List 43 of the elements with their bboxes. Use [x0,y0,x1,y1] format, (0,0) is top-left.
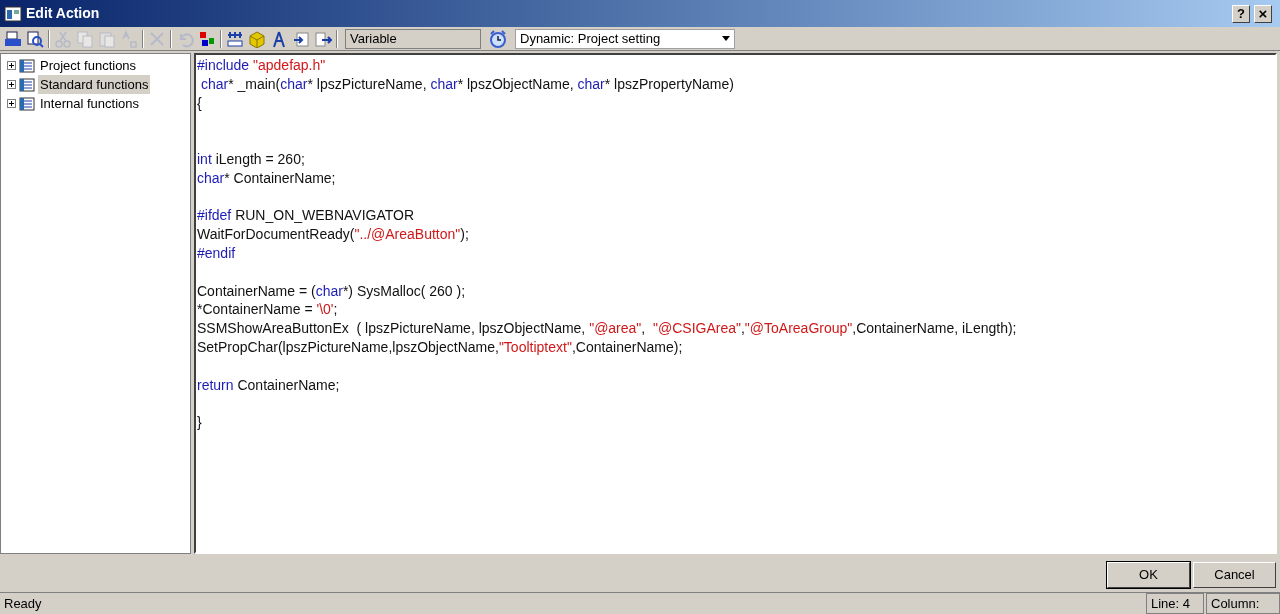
code-line: #endif [197,243,237,263]
dropdown-arrow-icon [722,36,730,41]
cancel-button[interactable]: Cancel [1193,562,1276,588]
export-arrow-icon[interactable] [314,29,332,48]
line-indicator: Line: 4 [1146,592,1204,614]
function-list-icon [19,58,35,73]
code-line: { [197,93,203,113]
column-indicator: Column: [1206,592,1280,614]
code-line: *ContainerName = '\0'; [197,300,339,320]
code-line: int iLength = 260; [197,150,306,169]
expand-toggle[interactable] [7,61,16,70]
expand-toggle[interactable] [7,99,16,108]
code-line: char* ContainerName; [197,168,337,188]
print-icon[interactable] [4,29,22,48]
function-list-icon [19,96,35,111]
code-editor[interactable] [194,53,1277,554]
tree-item[interactable]: Internal functions [38,93,141,114]
expand-toggle[interactable] [7,80,16,89]
code-line: SetPropChar(lpszPictureName,lpszObjectName,"Tooltiptext",ContainerName); [197,337,684,357]
code-line: #ifdef RUN_ON_WEBNAVIGATOR [197,206,416,226]
code-line: #include "apdefap.h" [197,56,327,75]
import-arrow-icon[interactable] [292,29,310,48]
window-icon [4,5,22,22]
window-title: Edit Action [26,4,101,23]
status-message: Ready [3,594,43,613]
tag-ruler-icon[interactable] [226,29,244,48]
code-line: ContainerName = (char*) SysMalloc( 260 ); [197,281,467,301]
close-button[interactable]: × [1254,4,1272,23]
ok-button[interactable]: OK [1107,562,1190,588]
code-line: SSMShowAreaButtonEx ( lpszPictureName, lpszObjectName, "@area", "@CSIGArea","@ToAreaGroup",ContainerName, iLength); [197,319,1018,338]
variable-field[interactable]: Variable [345,28,481,49]
function-list-icon [19,77,35,92]
print-preview-icon[interactable] [26,29,44,48]
tree-item[interactable]: Project functions [38,55,139,76]
tree-item[interactable]: Standard functions [38,74,151,95]
trigger-dropdown[interactable]: Dynamic: Project setting [515,28,735,49]
alarm-clock-icon[interactable] [488,28,508,49]
code-line: char* _main(char* lpszPictureName, char* lpszObjectName, char* lpszPropertyName) [199,74,735,94]
help-button[interactable]: ? [1232,4,1250,23]
code-line: } [197,413,203,432]
code-line: return ContainerName; [197,375,341,395]
code-line: WaitForDocumentReady("../@AreaButton"); [197,225,470,244]
colored-marks-icon[interactable] [198,29,216,48]
